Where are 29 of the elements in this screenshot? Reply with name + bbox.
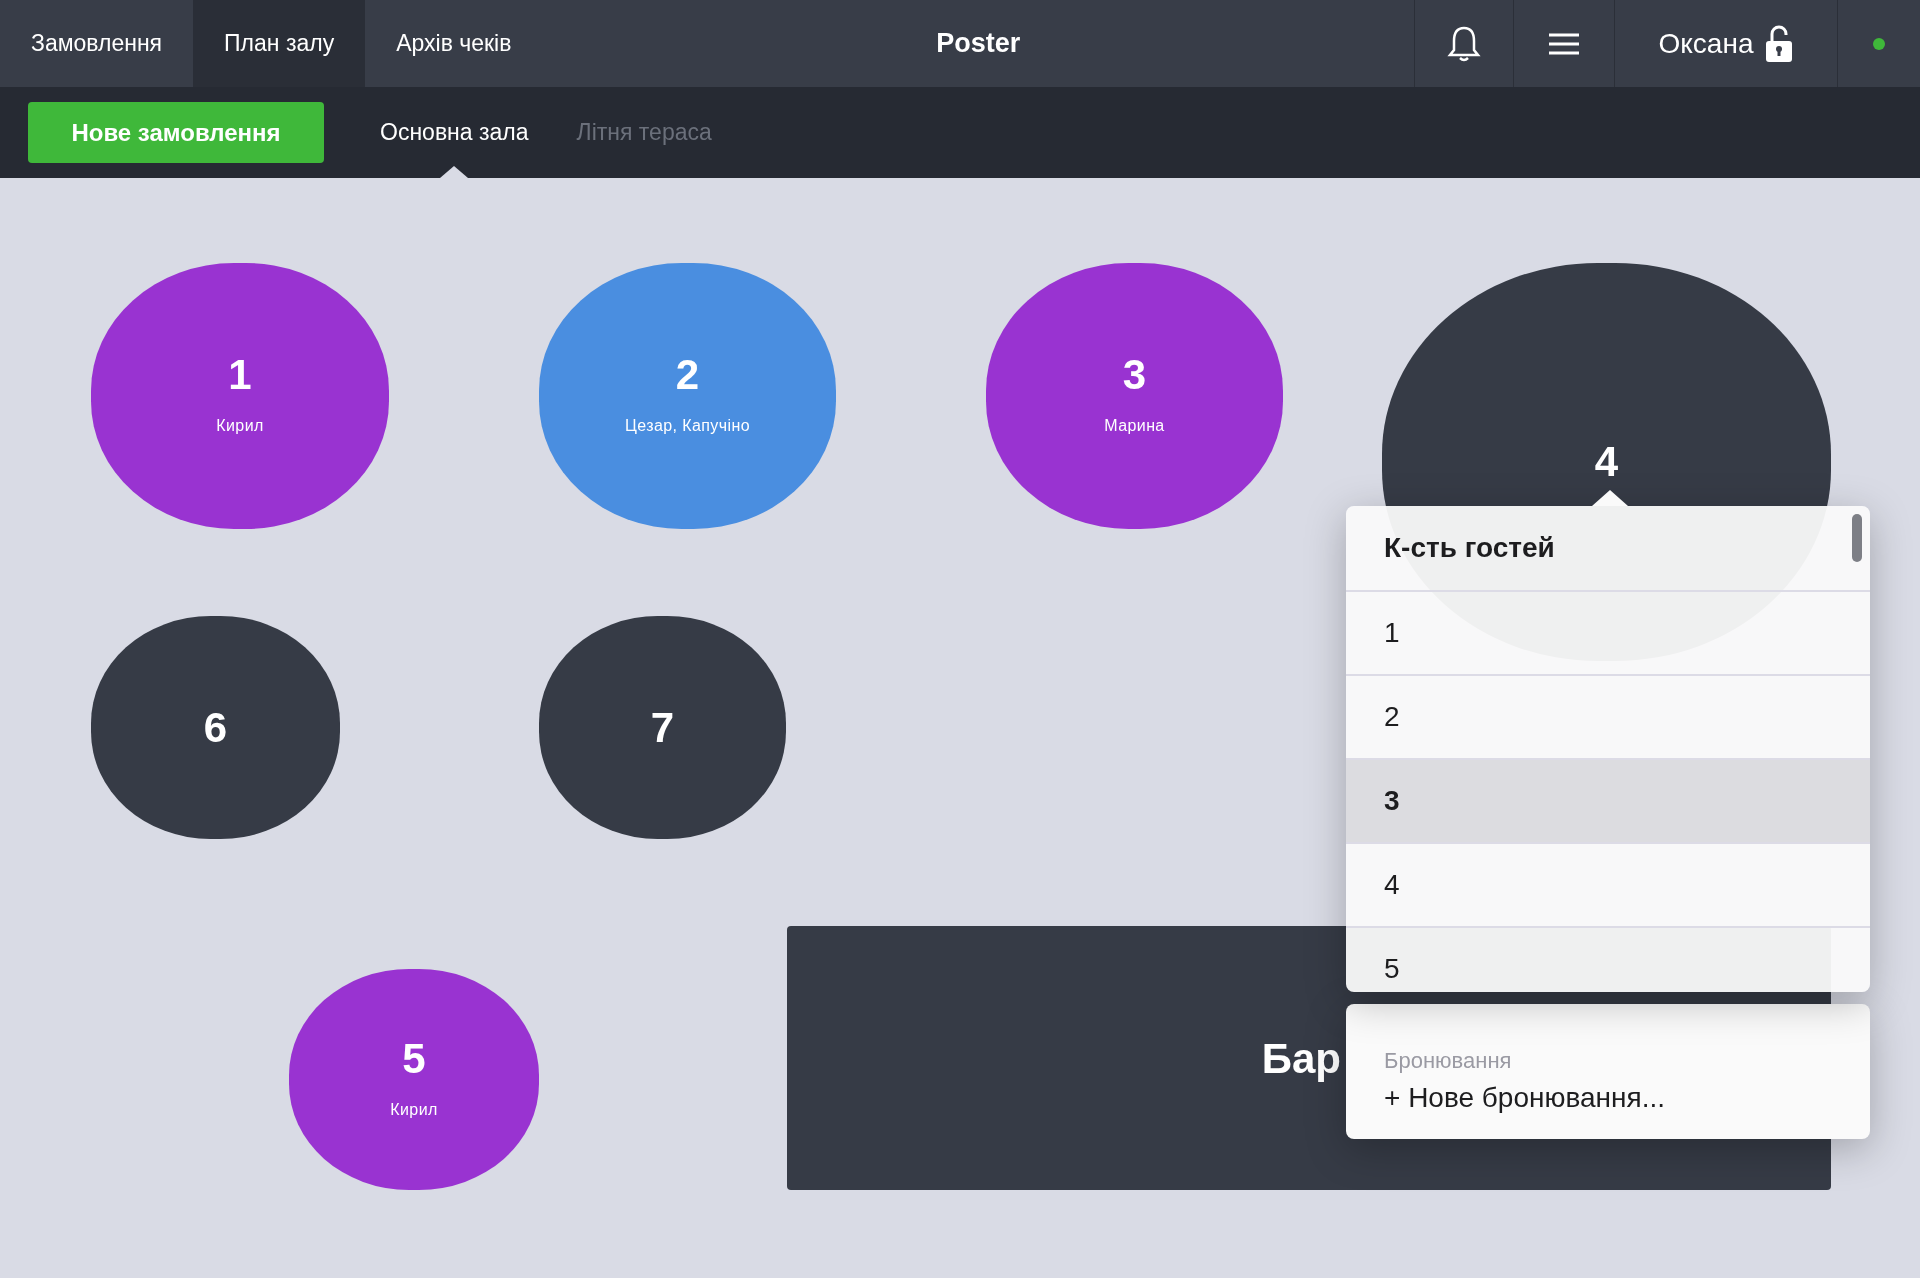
new-booking-link[interactable]: + Нове бронювання... — [1384, 1077, 1832, 1119]
guest-names: Кирил — [216, 416, 264, 436]
table-number: 6 — [203, 706, 228, 749]
guest-names: Кирил — [390, 1099, 438, 1120]
table[interactable]: 5 Кирил — [289, 969, 539, 1190]
menu-icon — [1549, 32, 1579, 55]
bell-icon — [1447, 24, 1481, 63]
table[interactable]: 1 Кирил — [91, 263, 389, 529]
booking-label: Бронювання — [1384, 1047, 1513, 1075]
hall-tab[interactable]: Основна зала — [356, 115, 553, 150]
nav-tab[interactable]: План залу — [193, 0, 366, 87]
guest-count-option[interactable]: 1 — [1346, 592, 1870, 676]
table-number: 1 — [228, 354, 252, 396]
guest-count-option[interactable]: 3 — [1346, 760, 1870, 844]
bar-label: Бар — [1261, 1033, 1341, 1084]
table-number: 4 — [1594, 441, 1619, 483]
table[interactable]: 6 — [91, 616, 340, 839]
guest-names: Марина — [1104, 416, 1165, 436]
table-number: 3 — [1122, 354, 1147, 396]
table[interactable]: 7 — [539, 616, 786, 839]
active-tab-pointer — [440, 166, 469, 178]
table-number: 5 — [402, 1037, 426, 1080]
table-number: 7 — [650, 706, 675, 749]
guest-names: Цезар, Капучіно — [625, 416, 750, 436]
guest-count-option[interactable]: 4 — [1346, 844, 1870, 928]
app-title: Poster — [936, 27, 1021, 61]
table[interactable]: 3 Марина — [986, 263, 1283, 529]
scrollbar-thumb[interactable] — [1852, 514, 1862, 562]
table-number: 2 — [675, 354, 700, 396]
